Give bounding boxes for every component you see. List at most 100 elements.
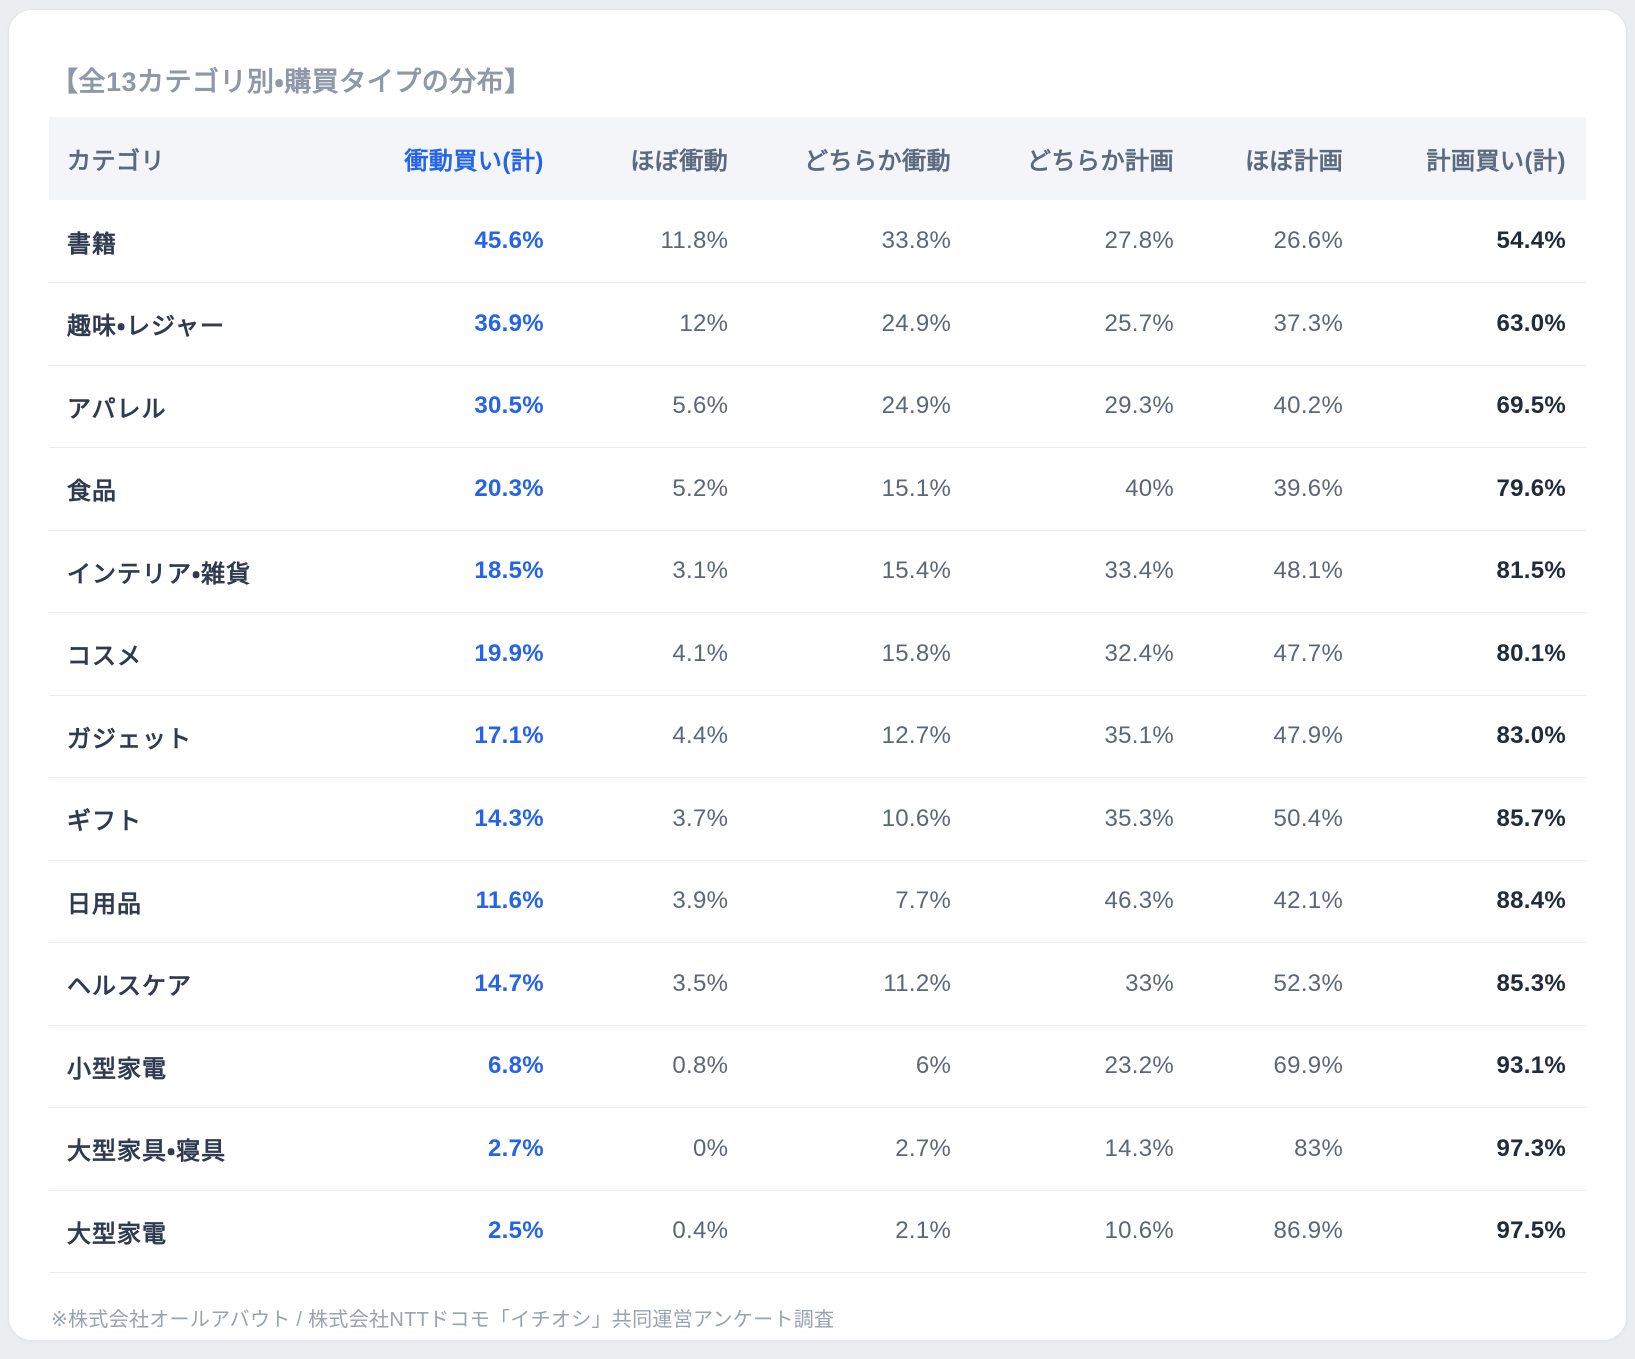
category-cell: 趣味・レジャー [49, 283, 403, 366]
table-row: 食品20.3%5.2%15.1%40%39.6%79.6% [49, 448, 1586, 531]
value-cell: 47.9% [1194, 695, 1363, 778]
column-header-planned-total: 計画買い(計) [1363, 117, 1586, 200]
purchase-type-table: カテゴリ衝動買い(計)ほぼ衝動どちらか衝動どちらか計画ほぼ計画計画買い(計) 書… [49, 117, 1586, 1273]
value-cell: 14.7% [403, 943, 564, 1026]
value-cell: 15.1% [748, 448, 971, 531]
survey-table-card: 【全13カテゴリ別・購買タイプの分布】 カテゴリ衝動買い(計)ほぼ衝動どちらか衝… [8, 9, 1627, 1341]
table-title: 【全13カテゴリ別・購買タイプの分布】 [49, 60, 1586, 99]
table-header-row: カテゴリ衝動買い(計)ほぼ衝動どちらか衝動どちらか計画ほぼ計画計画買い(計) [49, 117, 1586, 200]
value-cell: 33.4% [971, 530, 1194, 613]
value-cell: 88.4% [1363, 860, 1586, 943]
table-row: ガジェット17.1%4.4%12.7%35.1%47.9%83.0% [49, 695, 1586, 778]
value-cell: 27.8% [971, 200, 1194, 283]
value-cell: 2.1% [748, 1190, 971, 1273]
value-cell: 12% [564, 283, 748, 366]
value-cell: 2.7% [748, 1108, 971, 1191]
value-cell: 0.8% [564, 1025, 748, 1108]
value-cell: 39.6% [1194, 448, 1363, 531]
value-cell: 3.7% [564, 778, 748, 861]
value-cell: 5.6% [564, 365, 748, 448]
category-cell: 日用品 [49, 860, 403, 943]
value-cell: 3.9% [564, 860, 748, 943]
value-cell: 37.3% [1194, 283, 1363, 366]
table-row: 趣味・レジャー36.9%12%24.9%25.7%37.3%63.0% [49, 283, 1586, 366]
value-cell: 33.8% [748, 200, 971, 283]
value-cell: 10.6% [971, 1190, 1194, 1273]
value-cell: 40% [971, 448, 1194, 531]
column-header-mostly-planned: ほぼ計画 [1194, 117, 1363, 200]
value-cell: 48.1% [1194, 530, 1363, 613]
category-cell: インテリア・雑貨 [49, 530, 403, 613]
value-cell: 26.6% [1194, 200, 1363, 283]
value-cell: 93.1% [1363, 1025, 1586, 1108]
value-cell: 2.7% [403, 1108, 564, 1191]
value-cell: 6% [748, 1025, 971, 1108]
value-cell: 0.4% [564, 1190, 748, 1273]
source-footnote: ※株式会社オールアバウト / 株式会社NTTドコモ「イチオシ」共同運営アンケート… [49, 1303, 1586, 1332]
table-row: 書籍45.6%11.8%33.8%27.8%26.6%54.4% [49, 200, 1586, 283]
value-cell: 5.2% [564, 448, 748, 531]
value-cell: 32.4% [971, 613, 1194, 696]
value-cell: 20.3% [403, 448, 564, 531]
value-cell: 50.4% [1194, 778, 1363, 861]
category-cell: 食品 [49, 448, 403, 531]
value-cell: 11.8% [564, 200, 748, 283]
column-header-mostly-impulse: ほぼ衝動 [564, 117, 748, 200]
table-row: ヘルスケア14.7%3.5%11.2%33%52.3%85.3% [49, 943, 1586, 1026]
value-cell: 85.3% [1363, 943, 1586, 1026]
value-cell: 81.5% [1363, 530, 1586, 613]
table-row: コスメ19.9%4.1%15.8%32.4%47.7%80.1% [49, 613, 1586, 696]
value-cell: 23.2% [971, 1025, 1194, 1108]
value-cell: 19.9% [403, 613, 564, 696]
table-row: アパレル30.5%5.6%24.9%29.3%40.2%69.5% [49, 365, 1586, 448]
value-cell: 6.8% [403, 1025, 564, 1108]
value-cell: 79.6% [1363, 448, 1586, 531]
value-cell: 18.5% [403, 530, 564, 613]
category-cell: 小型家電 [49, 1025, 403, 1108]
category-cell: ヘルスケア [49, 943, 403, 1026]
value-cell: 29.3% [971, 365, 1194, 448]
value-cell: 83% [1194, 1108, 1363, 1191]
value-cell: 63.0% [1363, 283, 1586, 366]
value-cell: 25.7% [971, 283, 1194, 366]
value-cell: 24.9% [748, 283, 971, 366]
table-row: 日用品11.6%3.9%7.7%46.3%42.1%88.4% [49, 860, 1586, 943]
value-cell: 52.3% [1194, 943, 1363, 1026]
value-cell: 45.6% [403, 200, 564, 283]
value-cell: 14.3% [971, 1108, 1194, 1191]
table-row: 小型家電6.8%0.8%6%23.2%69.9%93.1% [49, 1025, 1586, 1108]
value-cell: 35.1% [971, 695, 1194, 778]
category-cell: ガジェット [49, 695, 403, 778]
value-cell: 0% [564, 1108, 748, 1191]
value-cell: 30.5% [403, 365, 564, 448]
category-cell: 大型家電 [49, 1190, 403, 1273]
category-cell: コスメ [49, 613, 403, 696]
value-cell: 35.3% [971, 778, 1194, 861]
table-body: 書籍45.6%11.8%33.8%27.8%26.6%54.4%趣味・レジャー3… [49, 200, 1586, 1273]
value-cell: 2.5% [403, 1190, 564, 1273]
column-header-category: カテゴリ [49, 117, 403, 200]
category-cell: 大型家具・寝具 [49, 1108, 403, 1191]
value-cell: 47.7% [1194, 613, 1363, 696]
value-cell: 54.4% [1363, 200, 1586, 283]
value-cell: 83.0% [1363, 695, 1586, 778]
value-cell: 3.1% [564, 530, 748, 613]
column-header-somewhat-impulse: どちらか衝動 [748, 117, 971, 200]
value-cell: 11.2% [748, 943, 971, 1026]
value-cell: 80.1% [1363, 613, 1586, 696]
table-row: ギフト14.3%3.7%10.6%35.3%50.4%85.7% [49, 778, 1586, 861]
table-row: 大型家具・寝具2.7%0%2.7%14.3%83%97.3% [49, 1108, 1586, 1191]
table-row: 大型家電2.5%0.4%2.1%10.6%86.9%97.5% [49, 1190, 1586, 1273]
value-cell: 85.7% [1363, 778, 1586, 861]
value-cell: 42.1% [1194, 860, 1363, 943]
value-cell: 12.7% [748, 695, 971, 778]
column-header-somewhat-planned: どちらか計画 [971, 117, 1194, 200]
value-cell: 10.6% [748, 778, 971, 861]
value-cell: 4.4% [564, 695, 748, 778]
value-cell: 15.4% [748, 530, 971, 613]
value-cell: 40.2% [1194, 365, 1363, 448]
value-cell: 24.9% [748, 365, 971, 448]
value-cell: 46.3% [971, 860, 1194, 943]
category-cell: ギフト [49, 778, 403, 861]
category-cell: アパレル [49, 365, 403, 448]
